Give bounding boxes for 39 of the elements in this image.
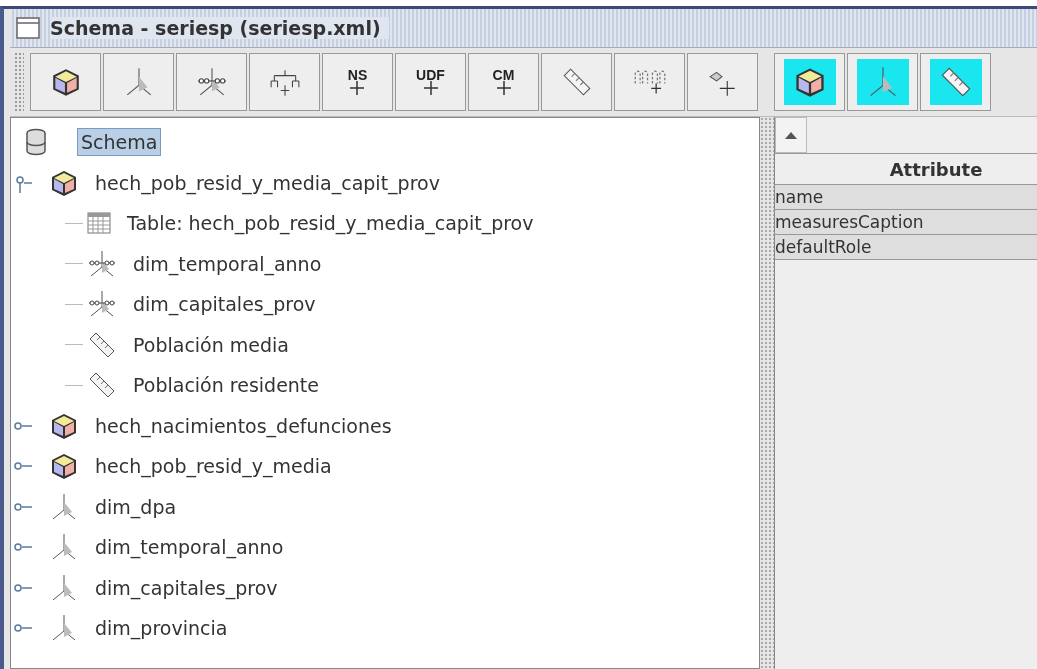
window-title: Schema - seriesp (seriesp.xml): [50, 17, 389, 39]
toolbar-button[interactable]: [30, 53, 101, 111]
toolbar-grip[interactable]: [14, 52, 24, 112]
tree-item[interactable]: dim_temporal_anno: [129, 249, 326, 278]
tool-label: CM: [492, 69, 515, 95]
table-icon: [87, 212, 111, 235]
tree-item[interactable]: dim_dpa: [91, 492, 181, 521]
tree-item[interactable]: hech_nacimientos_defunciones: [91, 411, 396, 440]
toolbar-button[interactable]: UDF: [395, 53, 466, 111]
dimension-usage-icon: [87, 248, 117, 279]
tree-item[interactable]: dim_provincia: [91, 614, 232, 643]
tool-label: UDF: [416, 69, 445, 95]
window-icon: [16, 17, 40, 39]
up-arrow-icon: [785, 131, 797, 139]
table-cell: name: [775, 185, 1037, 210]
plus-icon: [349, 81, 366, 95]
plus-icon: [495, 81, 512, 95]
database-icon: [25, 128, 47, 157]
tree-item[interactable]: Table: hech_pob_resid_y_media_capit_prov: [123, 209, 538, 238]
scroll-up-button[interactable]: [775, 117, 807, 153]
table-cell: measuresCaption: [775, 210, 1037, 235]
tool-label: NS: [347, 69, 368, 95]
ruler-icon: [560, 66, 593, 98]
plus-icon: [422, 81, 439, 95]
tree-item[interactable]: hech_pob_resid_y_media: [91, 452, 336, 481]
tree-item[interactable]: dim_capitales_prov: [91, 573, 282, 602]
level-icon: [633, 69, 666, 95]
tree-item[interactable]: dim_capitales_prov: [129, 290, 320, 319]
tree-item[interactable]: Schema: [77, 128, 162, 157]
tree-item[interactable]: Población residente: [129, 371, 323, 400]
toolbar-button[interactable]: NS: [322, 53, 393, 111]
dimension-usage-icon: [195, 66, 228, 98]
toolbar-button[interactable]: [774, 53, 845, 111]
cube-icon: [49, 451, 79, 482]
toolbar-button[interactable]: CM: [468, 53, 539, 111]
tree-item[interactable]: Población media: [129, 330, 293, 359]
table-cell: defaultRole: [775, 235, 1037, 260]
tree-item[interactable]: hech_pob_resid_y_media_capit_prov: [91, 168, 444, 197]
tree-item[interactable]: dim_temporal_anno: [91, 533, 288, 562]
